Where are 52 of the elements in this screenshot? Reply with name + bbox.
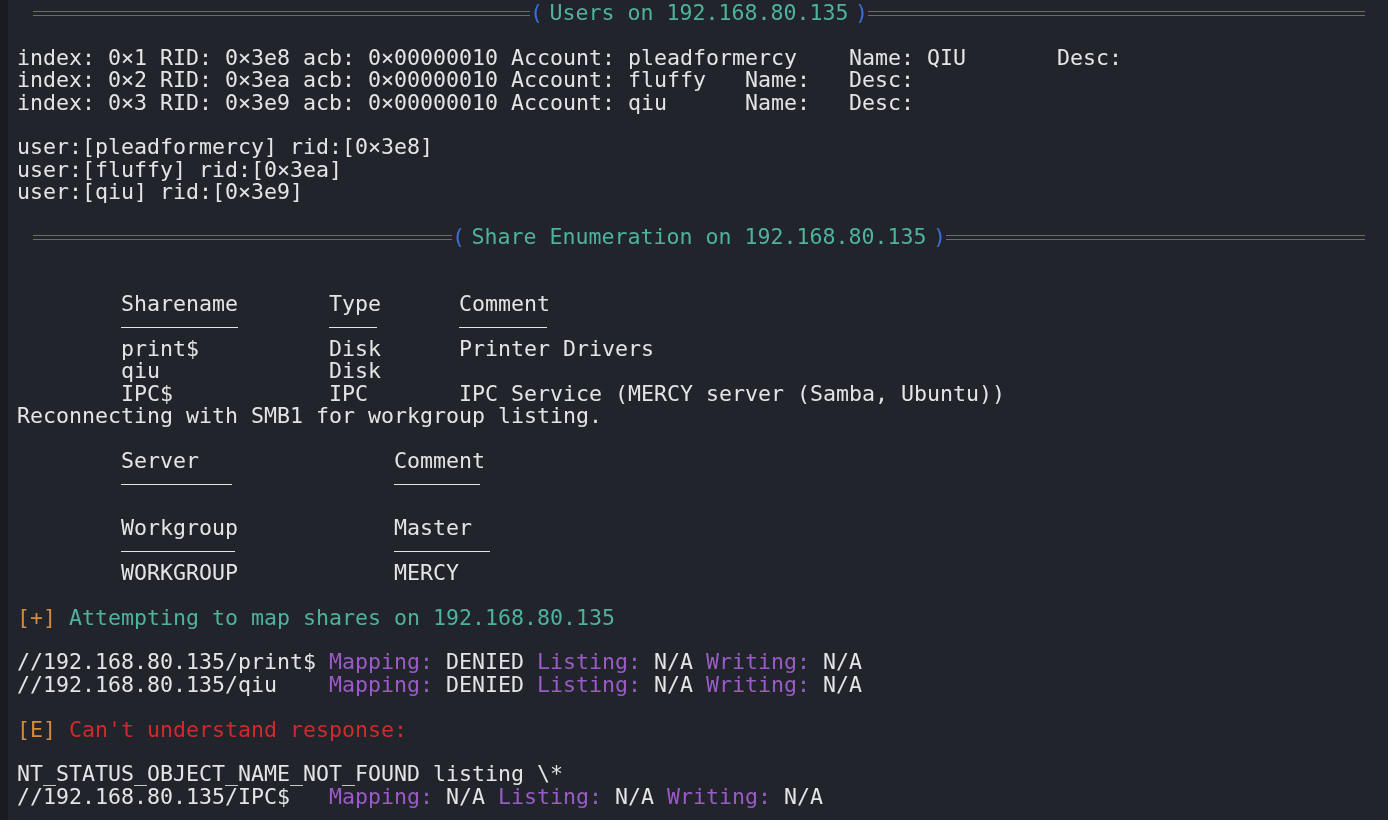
field-label: Mapping: xyxy=(329,673,433,697)
bracket: ( xyxy=(530,2,543,25)
bracket: ( xyxy=(451,225,465,249)
field-label: Listing: xyxy=(498,785,603,809)
bracket: ) xyxy=(855,2,869,25)
column-heading: Comment xyxy=(459,291,550,317)
output-line: index: 0×3 RID: 0×3e9 acb: 0×00000010 Account: qiu Name: Desc: xyxy=(17,91,915,114)
field-value: N/A xyxy=(654,673,694,697)
output-line: user:[qiu] rid:[0×3e9] xyxy=(17,181,303,204)
output-line: Reconnecting with SMB1 for workgroup listing. xyxy=(17,405,603,428)
field-value: N/A xyxy=(615,785,655,809)
field-label: Writing: xyxy=(706,651,811,674)
status-tag: [E] xyxy=(17,718,56,741)
output-line: user:[pleadformercy] rid:[0×3e8] xyxy=(17,136,434,159)
field-label: Listing: xyxy=(537,673,642,697)
table-cell: MERCY xyxy=(394,559,459,585)
share-path: //192.168.80.135/qiu xyxy=(17,673,277,697)
column-heading: Workgroup xyxy=(121,515,238,540)
field-label: Listing: xyxy=(537,651,642,674)
field-value: N/A xyxy=(823,651,863,674)
status-message: Attempting to map shares on 192.168.80.135 xyxy=(69,606,616,629)
section-title: Share Enumeration on 192.168.80.135 xyxy=(471,225,927,249)
field-label: Writing: xyxy=(706,673,811,697)
output-line: index: 0×2 RID: 0×3ea acb: 0×00000010 Account: fluffy Name: Desc: xyxy=(17,69,915,92)
share-path: //192.168.80.135/IPC$ xyxy=(17,785,290,809)
field-value: N/A xyxy=(654,651,694,674)
field-value: DENIED xyxy=(446,651,525,674)
table-cell: Printer Drivers xyxy=(459,335,654,361)
table-cell: Disk xyxy=(329,335,381,361)
column-heading: Server xyxy=(121,447,199,473)
status-tag: [+] xyxy=(17,606,56,629)
column-heading: Sharename xyxy=(121,291,238,317)
output-line: user:[fluffy] rid:[0×3ea] xyxy=(17,158,342,182)
section-title: Users on 192.168.80.135 xyxy=(549,2,849,25)
table-cell: WORKGROUP xyxy=(121,559,238,585)
field-value: N/A xyxy=(823,673,863,697)
field-value: N/A xyxy=(446,785,486,809)
table-cell: IPC Service (MERCY server (Samba, Ubuntu)) xyxy=(459,380,1006,406)
field-value: N/A xyxy=(784,785,824,809)
table-cell: print$ xyxy=(121,335,199,361)
output-line: index: 0×1 RID: 0×3e8 acb: 0×00000010 Account: pleadformercy Name: QIU Desc: xyxy=(17,46,1123,70)
share-path: //192.168.80.135/print$ xyxy=(17,651,317,674)
column-heading: Type xyxy=(329,291,381,317)
bracket: ) xyxy=(933,225,947,249)
field-label: Mapping: xyxy=(329,651,433,674)
field-label: Writing: xyxy=(667,785,772,809)
column-heading: Comment xyxy=(394,447,485,473)
status-message: Can't understand response: xyxy=(69,718,408,741)
field-value: DENIED xyxy=(446,673,525,697)
output-line: NT_STATUS_OBJECT_NAME_NOT_FOUND listing \* xyxy=(17,763,564,786)
column-heading: Master xyxy=(394,515,472,540)
field-label: Mapping: xyxy=(329,785,433,809)
